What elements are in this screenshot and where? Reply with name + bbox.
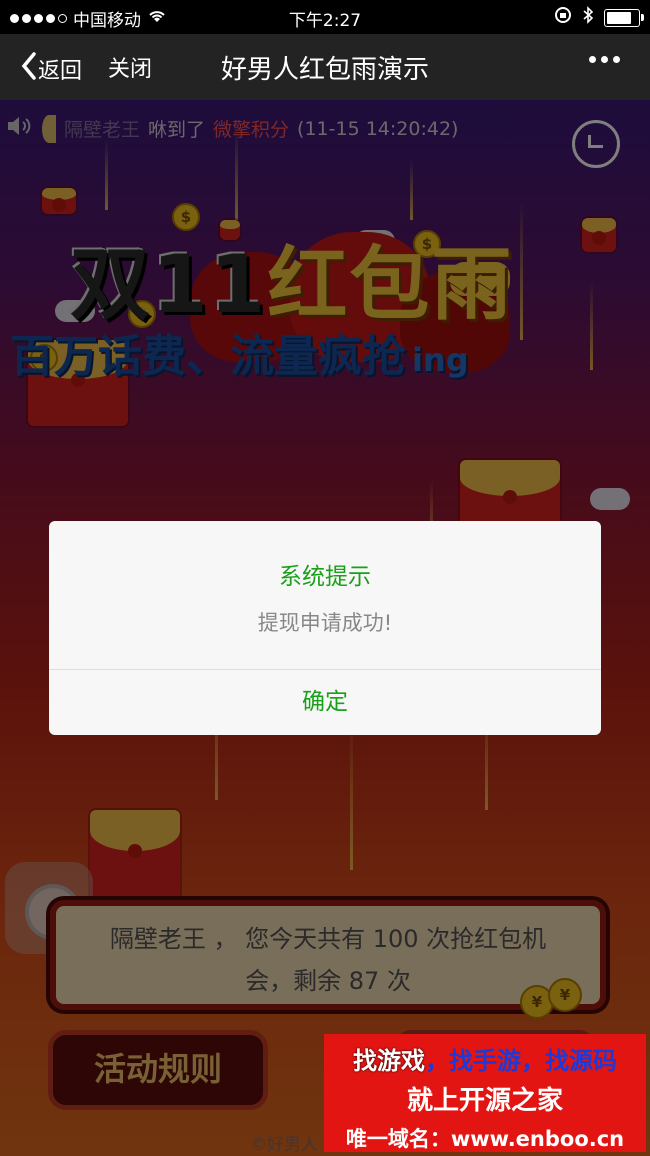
battery-icon: [604, 8, 644, 27]
ad-line1-b: ，找手游，找源码: [425, 1047, 617, 1075]
page-title: 好男人红包雨演示: [220, 55, 429, 85]
bluetooth-icon: [582, 6, 594, 29]
ad-line2: 就上开源之家: [406, 1086, 563, 1116]
more-menu-icon[interactable]: [589, 56, 620, 63]
ad-line1: 找游戏，找手游，找源码: [324, 1041, 646, 1076]
nav-bar: 返回 关闭 好男人红包雨演示: [0, 34, 650, 100]
dialog-title: 系统提示: [279, 564, 371, 590]
status-right: [554, 6, 644, 29]
dialog-message: 提现申请成功!: [257, 611, 393, 635]
dialog-confirm-button[interactable]: 确定: [49, 670, 601, 735]
status-time: 下午2:27: [288, 11, 362, 31]
status-bar: 中国移动 下午2:27: [0, 0, 650, 34]
ad-line3: 唯一域名：www.enboo.cn: [345, 1127, 625, 1151]
ad-line1-a: 找游戏: [353, 1047, 425, 1075]
orientation-lock-icon: [554, 6, 572, 29]
system-alert-dialog: 系统提示 提现申请成功! 确定: [49, 521, 601, 735]
watermark-ad: 找游戏，找手游，找源码 就上开源之家 唯一域名：www.enboo.cn: [324, 1034, 646, 1152]
